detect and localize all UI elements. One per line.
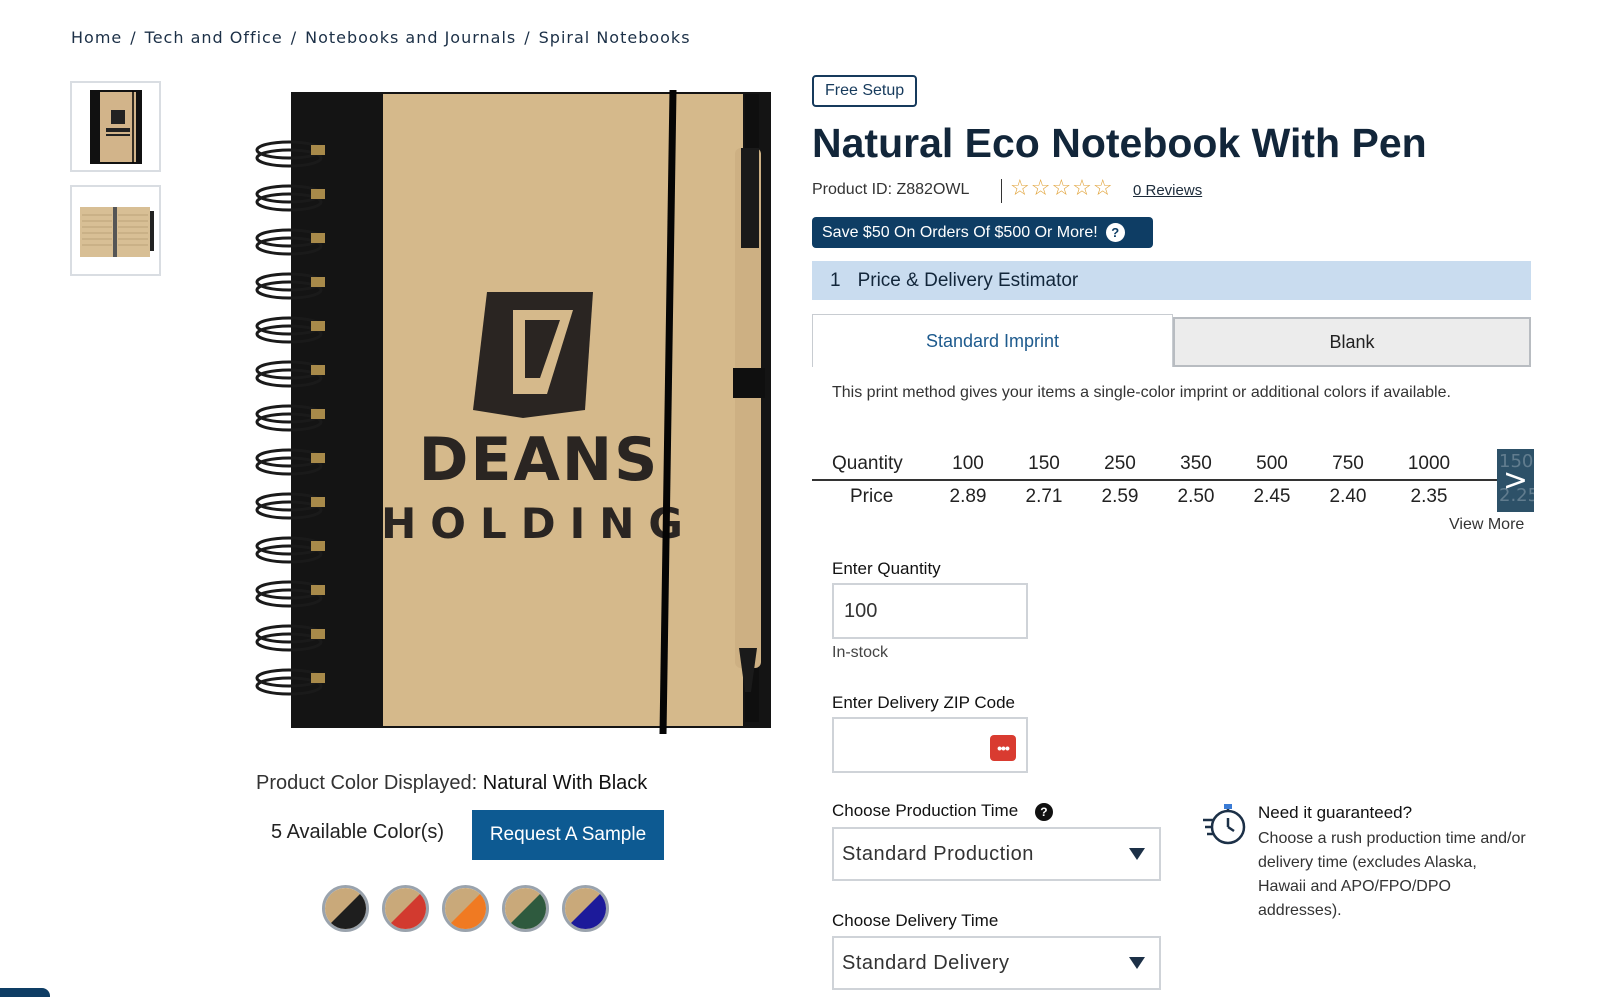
price-cell: 2.45: [1253, 486, 1291, 507]
qty-cell: 150: [1028, 452, 1060, 474]
breadcrumb-notebooks-and-journals[interactable]: Notebooks and Journals: [305, 28, 516, 47]
logo-text-deans: DEANS: [419, 425, 660, 495]
production-time-label-text: Choose Production Time: [832, 801, 1019, 820]
help-icon[interactable]: ?: [1034, 802, 1053, 821]
breadcrumb-separator: /: [130, 28, 137, 47]
zip-label: Enter Delivery ZIP Code: [832, 693, 1015, 712]
thumbnail-open[interactable]: [70, 185, 161, 276]
quantity-header: Quantity: [832, 452, 903, 474]
product-id: Product ID: Z882OWL: [812, 181, 970, 198]
swatch-green[interactable]: [502, 885, 549, 932]
print-method-description: This print method gives your items a sin…: [832, 384, 1451, 401]
price-cell-partial: 2.25: [1499, 485, 1540, 506]
zip-input[interactable]: •••: [832, 717, 1028, 773]
promo-banner: Save $50 On Orders Of $500 Or More! ?: [812, 217, 1153, 248]
guarantee-title: Need it guaranteed?: [1258, 803, 1413, 822]
available-colors: 5 Available Color(s): [271, 821, 445, 843]
help-icon[interactable]: ?: [1105, 223, 1125, 242]
qty-cell: 500: [1256, 452, 1288, 474]
production-time-select[interactable]: Standard Production: [832, 827, 1161, 881]
delivery-time-label: Choose Delivery Time: [832, 911, 999, 930]
caret-down-icon: [1129, 957, 1145, 969]
stopwatch-icon: [1203, 804, 1246, 845]
qty-cell: 250: [1104, 452, 1136, 474]
qty-cell: 1000: [1407, 452, 1451, 474]
price-table: Quantity 100 150 250 350 500 750 1000 Pr…: [812, 448, 1497, 513]
product-title: Natural Eco Notebook With Pen: [812, 120, 1427, 166]
breadcrumb-spiral-notebooks[interactable]: Spiral Notebooks: [539, 28, 691, 47]
color-displayed-value: Natural With Black: [482, 772, 648, 794]
swatch-blue[interactable]: [562, 885, 609, 932]
delivery-time-select[interactable]: Standard Delivery: [832, 936, 1161, 990]
swatch-black[interactable]: [322, 885, 369, 932]
price-header: Price: [850, 486, 894, 507]
color-swatches: [322, 885, 609, 932]
request-sample-button[interactable]: Request A Sample: [472, 810, 664, 860]
password-manager-icon[interactable]: •••: [990, 735, 1016, 761]
delivery-time-value: Standard Delivery: [842, 951, 1010, 974]
price-cell: 2.71: [1025, 486, 1063, 507]
swatch-orange[interactable]: [442, 885, 489, 932]
estimator-header[interactable]: 1 Price & Delivery Estimator: [812, 261, 1531, 300]
breadcrumb-separator: /: [290, 28, 298, 47]
estimator-step: 1: [830, 269, 841, 291]
swatch-red[interactable]: [382, 885, 429, 932]
estimator-title: Price & Delivery Estimator: [857, 269, 1079, 291]
breadcrumb: Home / Tech and Office / Notebooks and J…: [71, 28, 691, 47]
quantity-input[interactable]: 100: [832, 583, 1028, 639]
color-displayed: Product Color Displayed: Natural With Bl…: [256, 772, 647, 795]
quantity-label: Enter Quantity: [832, 559, 941, 578]
view-more-link[interactable]: View More: [1449, 516, 1524, 534]
breadcrumb-home[interactable]: Home: [71, 28, 122, 47]
stock-status: In-stock: [832, 644, 889, 661]
tab-blank[interactable]: Blank: [1173, 317, 1531, 367]
reviews-link[interactable]: 0 Reviews: [1133, 182, 1202, 199]
qty-cell: 350: [1180, 452, 1212, 474]
qty-cell: 100: [952, 452, 984, 474]
product-image: DEANS HOLDING: [255, 88, 790, 738]
price-cell: 2.35: [1410, 486, 1448, 507]
free-setup-badge: Free Setup: [812, 75, 918, 107]
rating-stars[interactable]: ☆☆☆☆☆: [1010, 176, 1114, 201]
promo-text: Save $50 On Orders Of $500 Or More!: [822, 223, 1098, 241]
price-cell: 2.40: [1329, 486, 1367, 507]
thumbnail-front[interactable]: [70, 81, 161, 172]
qty-cell: 750: [1332, 452, 1364, 474]
qty-cell-partial: 1500: [1499, 451, 1545, 472]
price-cell: 2.89: [949, 486, 987, 507]
price-row: Price 2.89 2.71 2.59 2.50 2.45 2.40 2.35: [812, 481, 1497, 513]
tab-standard-imprint[interactable]: Standard Imprint: [812, 314, 1173, 367]
price-table-next-button[interactable]: 1500 2.25 >: [1497, 449, 1545, 512]
divider: [1001, 179, 1002, 203]
thumbnail-list: [70, 81, 161, 276]
production-time-value: Standard Production: [842, 842, 1034, 865]
guarantee-text: Choose a rush production time and/or del…: [1258, 830, 1526, 919]
quantity-row: Quantity 100 150 250 350 500 750 1000: [812, 448, 1497, 481]
price-cell: 2.59: [1101, 486, 1139, 507]
breadcrumb-tech-and-office[interactable]: Tech and Office: [145, 28, 283, 47]
production-time-label: Choose Production Time ?: [832, 801, 1053, 821]
caret-down-icon: [1129, 848, 1145, 860]
price-cell: 2.50: [1177, 486, 1215, 507]
color-displayed-label: Product Color Displayed:: [256, 772, 478, 794]
breadcrumb-separator: /: [524, 28, 531, 47]
logo-text-holding: HOLDING: [381, 499, 697, 548]
chat-widget-tab[interactable]: [0, 988, 50, 997]
